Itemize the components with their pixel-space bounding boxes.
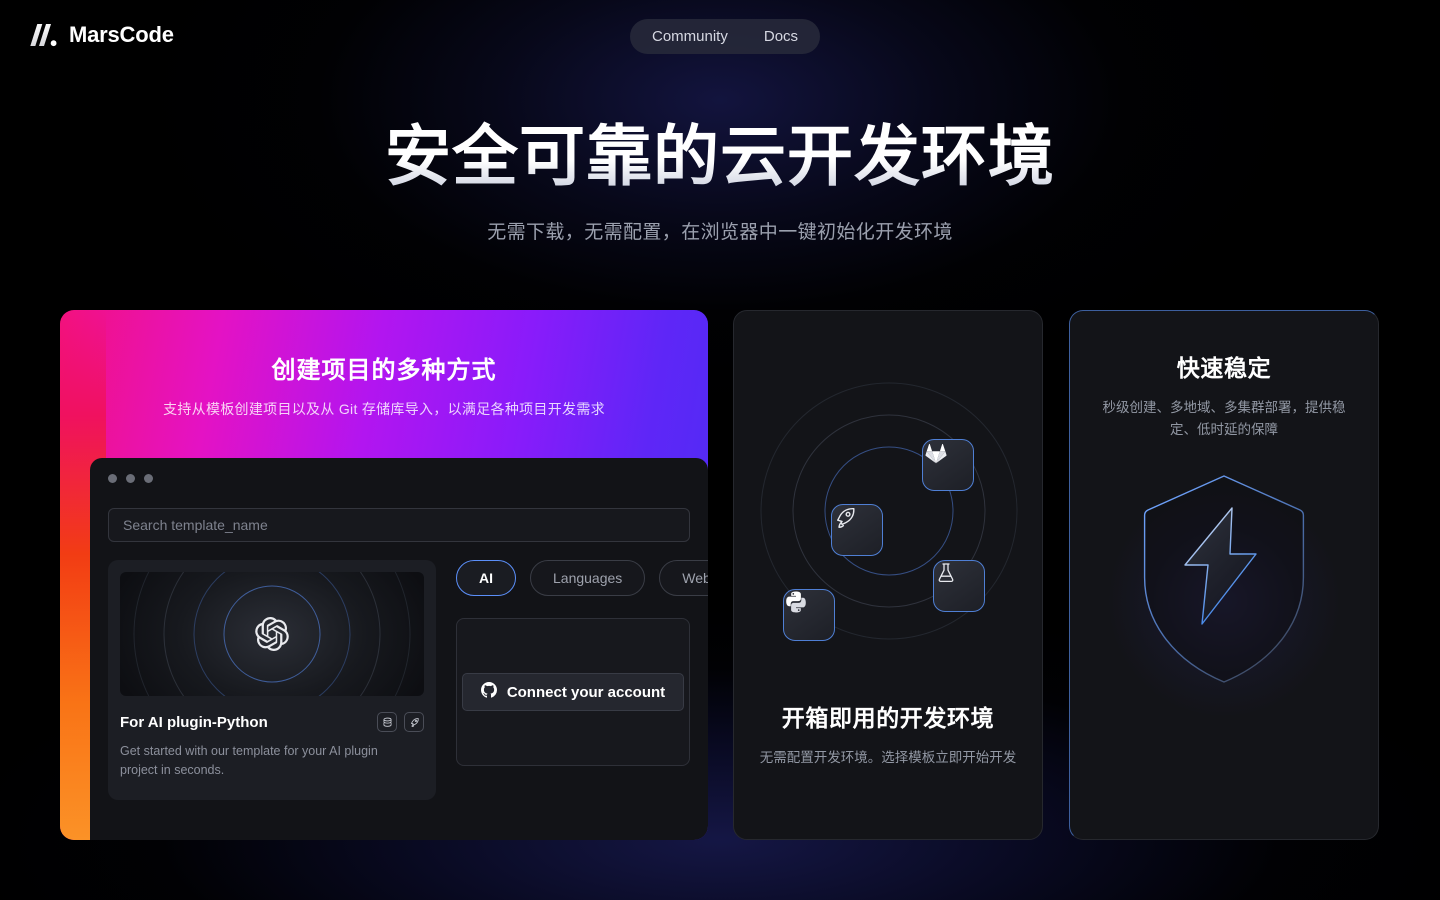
card-create-title: 创建项目的多种方式 bbox=[271, 357, 497, 384]
search-input[interactable]: Search template_name bbox=[108, 508, 690, 542]
nav-docs[interactable]: Docs bbox=[750, 23, 812, 50]
window-right-pane: AI Languages Websi Co bbox=[456, 560, 708, 800]
card-fast-header: 快速稳定 秒级创建、多地域、多集群部署，提供稳定、低时延的保障 bbox=[1070, 311, 1378, 442]
window-maximize-dot[interactable] bbox=[144, 474, 153, 483]
hero-section: 安全可靠的云开发环境 无需下载，无需配置，在浏览器中一键初始化开发环境 bbox=[0, 120, 1440, 244]
card-ready-to-use: 开箱即用的开发环境 无需配置开发环境。选择模板立即开始开发 bbox=[733, 310, 1043, 840]
tile-python[interactable] bbox=[783, 589, 835, 641]
card-fast-subtitle: 秒级创建、多地域、多集群部署，提供稳定、低时延的保障 bbox=[1102, 400, 1346, 438]
tile-gitlab[interactable] bbox=[922, 439, 974, 491]
window-body: For AI plugin-Python Get started with ou… bbox=[90, 542, 708, 800]
feature-cards: 创建项目的多种方式 支持从模板创建项目以及从 Git 存储库导入，以满足各种项目… bbox=[60, 310, 1380, 840]
tab-ai[interactable]: AI bbox=[456, 560, 516, 596]
orbit-rings-decor bbox=[760, 382, 1018, 640]
search-placeholder: Search template_name bbox=[123, 517, 268, 533]
brand-name: MarsCode bbox=[69, 22, 174, 47]
tile-rocket[interactable] bbox=[831, 504, 883, 556]
template-card[interactable]: For AI plugin-Python Get started with ou… bbox=[108, 560, 436, 800]
top-nav: Community Docs bbox=[630, 19, 821, 54]
card-fast-title: 快速稳定 bbox=[1176, 355, 1272, 381]
template-thumbnail bbox=[120, 572, 424, 696]
github-icon bbox=[480, 682, 497, 702]
card-fast-stable: 快速稳定 秒级创建、多地域、多集群部署，提供稳定、低时延的保障 bbox=[1069, 310, 1379, 840]
card-ready-title: 开箱即用的开发环境 bbox=[781, 705, 995, 731]
card-ready-subtitle: 无需配置开发环境。选择模板立即开始开发 bbox=[759, 750, 1017, 765]
card-create-subtitle: 支持从模板创建项目以及从 Git 存储库导入，以满足各种项目开发需求 bbox=[163, 401, 605, 417]
card-ready-footer: 开箱即用的开发环境 无需配置开发环境。选择模板立即开始开发 bbox=[734, 699, 1042, 769]
connect-panel: Connect your account bbox=[456, 618, 690, 766]
template-badges bbox=[377, 712, 424, 732]
window-minimize-dot[interactable] bbox=[126, 474, 135, 483]
marscode-logo-icon bbox=[30, 22, 60, 48]
page-root: MarsCode Community Docs 安全可靠的云开发环境 无需下载，… bbox=[0, 0, 1440, 900]
card-create-header: 创建项目的多种方式 支持从模板创建项目以及从 Git 存储库导入，以满足各种项目… bbox=[60, 310, 708, 458]
page-subtitle: 无需下载，无需配置，在浏览器中一键初始化开发环境 bbox=[487, 221, 953, 243]
window-controls bbox=[90, 458, 708, 483]
shield-illustration bbox=[1070, 468, 1378, 768]
template-description: Get started with our template for your A… bbox=[120, 744, 378, 778]
template-name: For AI plugin-Python bbox=[120, 713, 268, 731]
card-create-project: 创建项目的多种方式 支持从模板创建项目以及从 Git 存储库导入，以满足各种项目… bbox=[60, 310, 708, 840]
database-icon[interactable] bbox=[377, 712, 397, 732]
window-close-dot[interactable] bbox=[108, 474, 117, 483]
app-window-preview: Search template_name For AI plugin-Pytho… bbox=[90, 458, 708, 840]
orbit-illustration bbox=[734, 311, 1042, 699]
nav-community[interactable]: Community bbox=[638, 23, 742, 50]
category-tabs: AI Languages Websi bbox=[456, 560, 708, 596]
site-header: MarsCode Community Docs bbox=[0, 0, 1440, 74]
template-name-row: For AI plugin-Python bbox=[120, 712, 424, 732]
page-title: 安全可靠的云开发环境 bbox=[0, 120, 1440, 193]
openai-icon bbox=[255, 617, 289, 651]
tile-flask[interactable] bbox=[933, 560, 985, 612]
shield-lightning-icon bbox=[1143, 474, 1305, 683]
brand-logo[interactable]: MarsCode bbox=[30, 22, 174, 48]
rocket-icon[interactable] bbox=[404, 712, 424, 732]
connect-account-button[interactable]: Connect your account bbox=[461, 673, 685, 711]
tab-languages[interactable]: Languages bbox=[530, 560, 646, 596]
tab-websites[interactable]: Websi bbox=[659, 560, 708, 596]
connect-account-label: Connect your account bbox=[506, 683, 666, 701]
